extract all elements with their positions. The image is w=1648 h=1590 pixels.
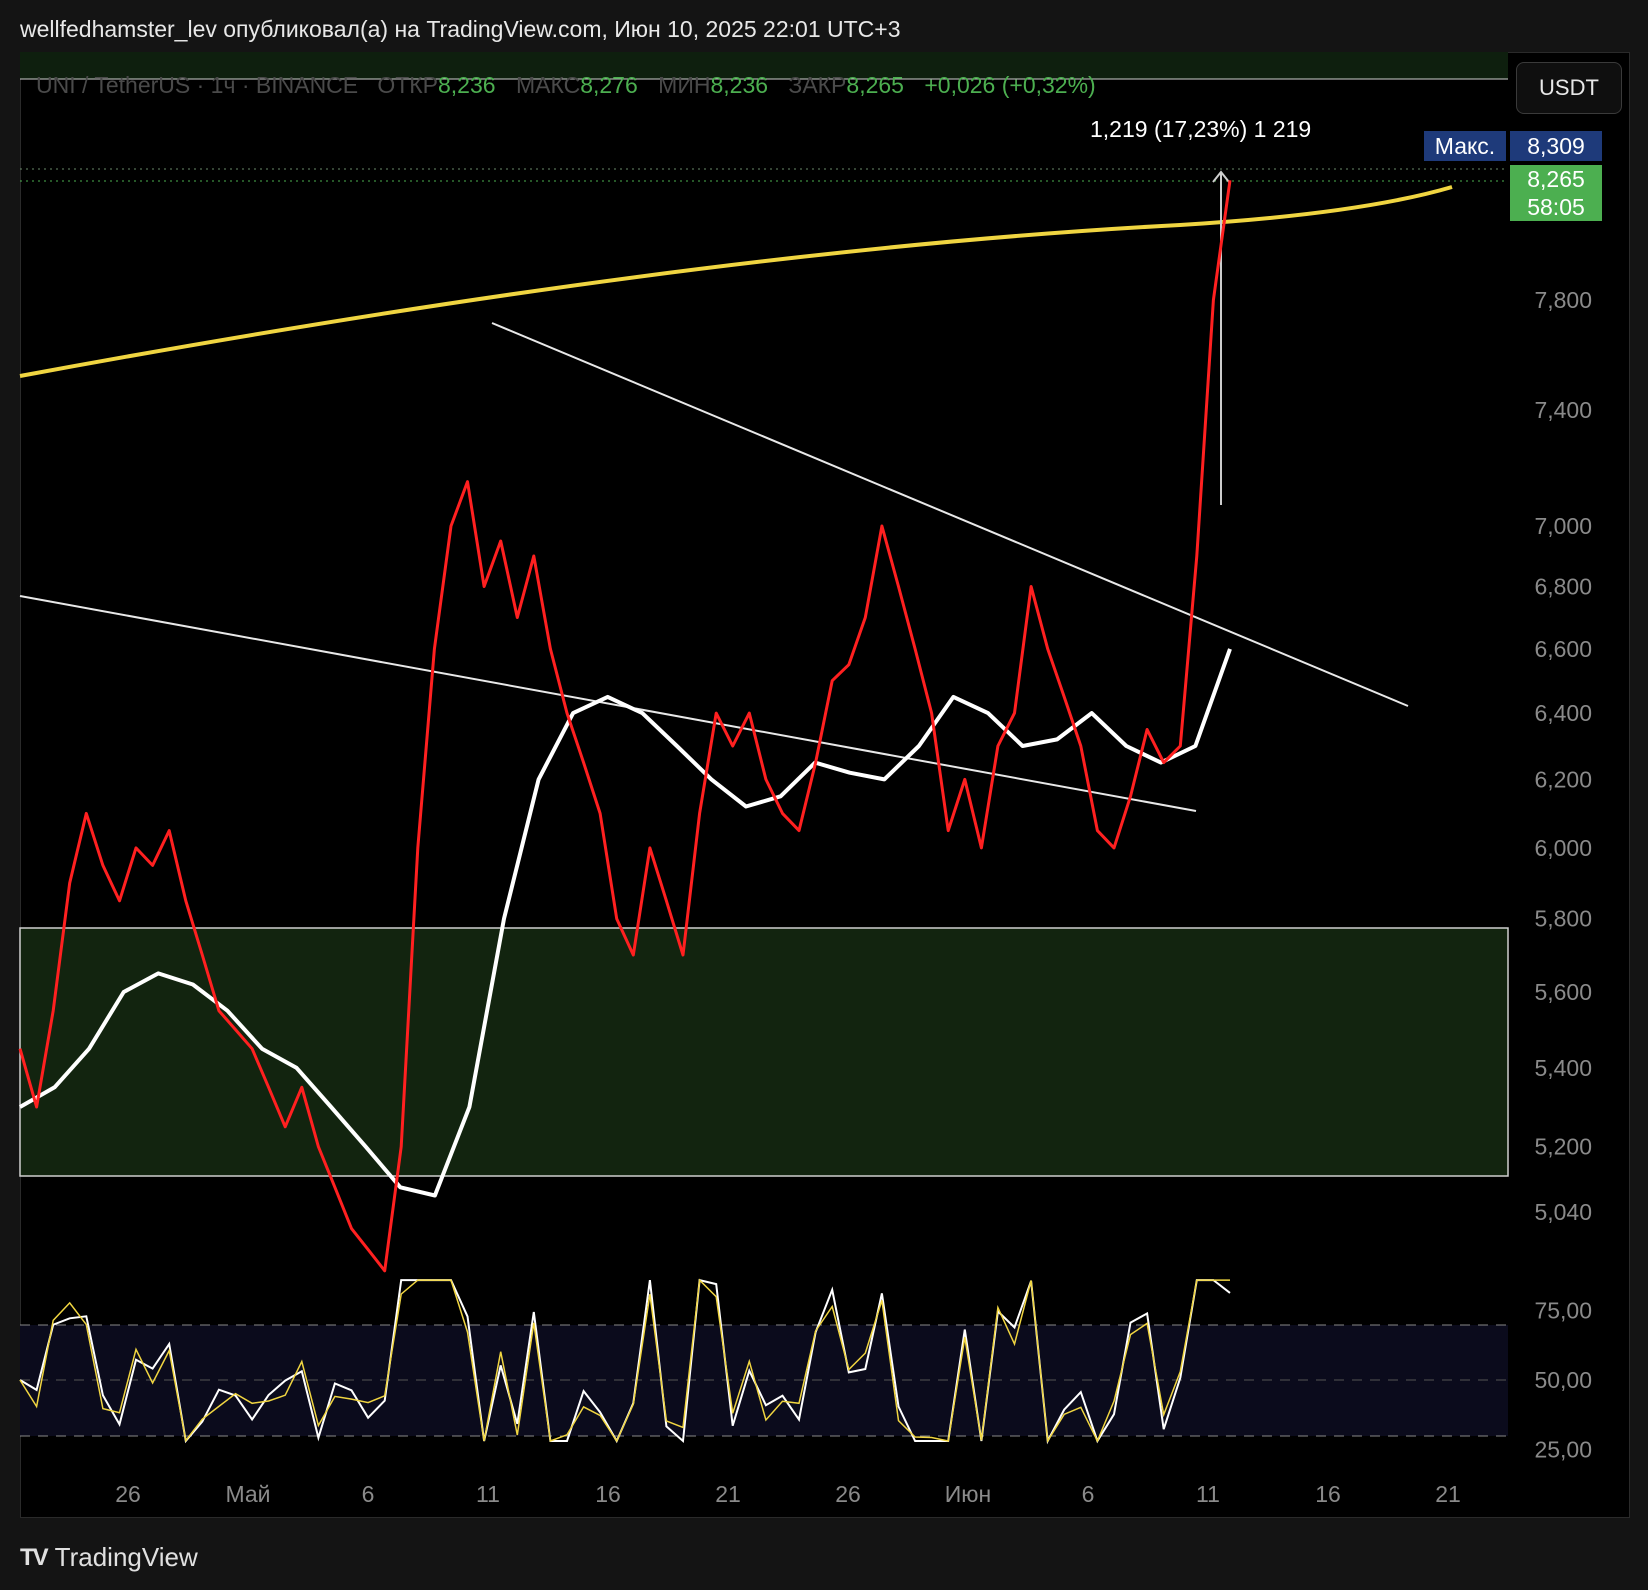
change-value: +0,026 (+0,32%) xyxy=(924,72,1096,98)
price-tick-label: 5,040 xyxy=(1534,1199,1592,1225)
high-value: 8,276 xyxy=(580,72,638,98)
brand-label: TradingView xyxy=(54,1542,198,1572)
time-tick-label: 16 xyxy=(1315,1481,1341,1507)
yellow-trend-curve xyxy=(19,185,1453,378)
descending-resistance-line xyxy=(491,322,1409,707)
time-tick-label: 6 xyxy=(362,1481,375,1507)
max-tag-value: 8,309 xyxy=(1510,131,1602,161)
price-chart[interactable]: 7,800 7,400 7,000 6,800 6,600 6,400 6,200 6,000… xyxy=(0,0,1648,1590)
rsi-tick-label: 75,00 xyxy=(1534,1298,1592,1324)
countdown-tag: 58:05 xyxy=(1510,193,1602,221)
price-tick-label: 6,200 xyxy=(1534,766,1592,792)
rsi-tick-label: 25,00 xyxy=(1534,1436,1592,1462)
low-label: МИН xyxy=(658,72,711,98)
last-price-tag: 8,265 xyxy=(1510,165,1602,193)
axis-layer: 7,800 7,400 7,000 6,800 6,600 6,400 6,200 6,000… xyxy=(115,287,1592,1507)
time-tick-label: 11 xyxy=(476,1481,500,1507)
footer: TV TradingView xyxy=(20,1542,198,1573)
price-tick-label: 7,000 xyxy=(1534,513,1592,539)
time-tick-label: Май xyxy=(225,1481,270,1507)
high-label: МАКС xyxy=(515,72,581,98)
max-tag-label: Макс. xyxy=(1424,131,1506,161)
descending-support-line xyxy=(19,595,1197,812)
time-tick-label: 11 xyxy=(1196,1481,1220,1507)
time-tick-label: Июн xyxy=(945,1481,991,1507)
measure-label: 1,219 (17,23%) 1 219 xyxy=(1090,116,1312,142)
price-tick-label: 6,400 xyxy=(1534,700,1592,726)
price-tick-label: 6,600 xyxy=(1534,636,1592,662)
time-tick-label: 26 xyxy=(115,1481,141,1507)
price-tick-label: 6,800 xyxy=(1534,574,1592,600)
time-tick-label: 21 xyxy=(1435,1481,1461,1507)
open-label: ОТКР xyxy=(377,72,438,98)
close-label: ЗАКР xyxy=(788,72,847,98)
price-tick-label: 5,600 xyxy=(1534,979,1592,1005)
time-tick-label: 6 xyxy=(1082,1481,1095,1507)
demand-zone xyxy=(19,927,1509,1177)
time-tick-label: 21 xyxy=(715,1481,741,1507)
rsi-tick-label: 50,00 xyxy=(1534,1367,1592,1393)
price-tick-label: 5,400 xyxy=(1534,1055,1592,1081)
symbol-label: UNI / TetherUS · 1ч · BINANCE xyxy=(36,72,359,98)
price-tick-label: 7,400 xyxy=(1534,397,1592,423)
price-tick-label: 5,200 xyxy=(1534,1134,1592,1160)
ohlc-legend: UNI / TetherUS · 1ч · BINANCE ОТКР8,236 … xyxy=(36,72,1110,99)
time-tick-label: 16 xyxy=(595,1481,621,1507)
currency-button[interactable]: USDT xyxy=(1516,62,1622,114)
price-tick-label: 5,800 xyxy=(1534,906,1592,932)
open-value: 8,236 xyxy=(438,72,496,98)
tradingview-logo-icon: TV xyxy=(20,1543,49,1571)
price-tick-label: 7,800 xyxy=(1534,287,1592,313)
price-tick-label: 6,000 xyxy=(1534,835,1592,861)
series-layer xyxy=(18,180,1232,1445)
low-value: 8,236 xyxy=(710,72,769,98)
time-tick-label: 26 xyxy=(835,1481,861,1507)
close-value: 8,265 xyxy=(846,72,904,98)
